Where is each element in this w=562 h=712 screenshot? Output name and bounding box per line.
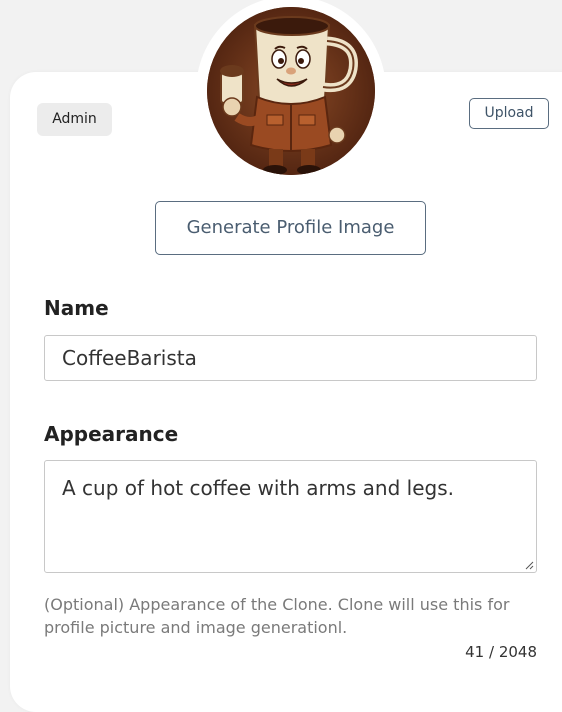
appearance-text: A cup of hot coffee with arms and legs.: [62, 476, 454, 500]
appearance-help-text: (Optional) Appearance of the Clone. Clon…: [44, 595, 510, 637]
coffee-mascot-image: [207, 7, 375, 175]
resize-handle-icon[interactable]: [524, 560, 534, 570]
generate-profile-image-button[interactable]: Generate Profile Image: [155, 201, 426, 255]
appearance-label: Appearance: [44, 422, 179, 446]
appearance-textarea[interactable]: A cup of hot coffee with arms and legs.: [44, 460, 537, 573]
role-badge: Admin: [37, 103, 112, 136]
character-counter: 41 / 2048: [465, 643, 537, 661]
name-input[interactable]: CoffeeBarista: [44, 335, 537, 381]
profile-avatar: [207, 7, 375, 175]
name-label: Name: [44, 296, 109, 320]
upload-button[interactable]: Upload: [469, 98, 549, 129]
